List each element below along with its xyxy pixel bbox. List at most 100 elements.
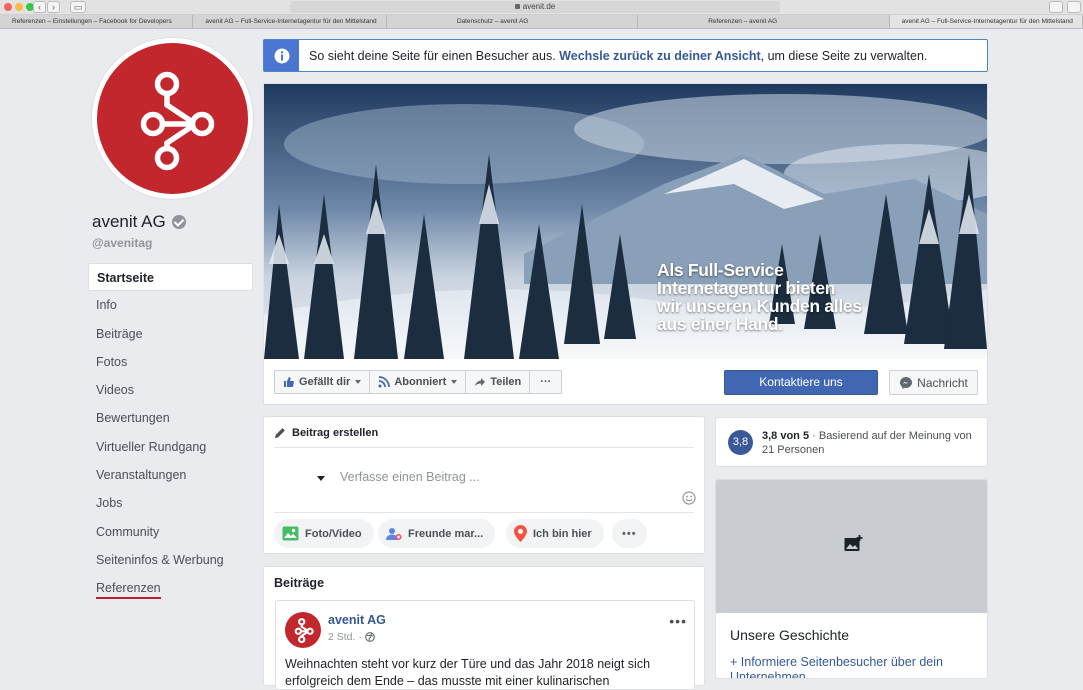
browser-titlebar: ‹ › ▭ avenit.de <box>0 0 1083 15</box>
location-pin-icon <box>514 525 527 542</box>
rss-icon <box>378 376 391 388</box>
nav-item-seiteninfos-werbung[interactable]: Seiteninfos & Werbung <box>88 546 253 574</box>
notice-text-before: So sieht deine Seite für einen Besucher … <box>309 48 560 63</box>
rating-box[interactable]: 3,8 3,8 von 5 · Basierend auf der Meinun… <box>715 417 988 467</box>
post-author-name[interactable]: avenit AG <box>328 613 386 627</box>
posts-title: Beiträge <box>274 576 325 590</box>
nav-item-bewertungen[interactable]: Bewertungen <box>88 404 253 432</box>
address-bar[interactable]: avenit.de <box>290 1 780 13</box>
nav-item-referenzen[interactable]: Referenzen <box>88 574 253 602</box>
divider <box>274 447 694 448</box>
page-profile-picture[interactable] <box>92 38 253 199</box>
browser-tab-active[interactable]: avenit AG – Full-Service-Internetagentur… <box>889 15 1083 28</box>
post-as-dropdown-icon[interactable] <box>317 476 325 481</box>
page-handle: @avenitag <box>92 236 153 250</box>
emoji-icon[interactable] <box>682 491 696 505</box>
photo-icon <box>282 526 299 541</box>
pencil-icon <box>275 428 285 438</box>
cover-slogan-line: Als Full-Service <box>657 260 784 280</box>
cover-slogan-line: Internetagentur bieten <box>657 278 836 298</box>
back-button[interactable]: ‹ <box>33 1 46 13</box>
like-button[interactable]: Gefällt dir <box>274 370 371 394</box>
more-post-options-button[interactable]: ••• <box>612 519 647 548</box>
more-actions-label: ··· <box>540 376 552 388</box>
share-button[interactable]: Teilen <box>465 370 531 394</box>
nav-item-fotos[interactable]: Fotos <box>88 348 253 376</box>
cover-slogan-line: aus einer Hand. <box>657 314 783 334</box>
more-actions-button[interactable]: ··· <box>529 370 563 394</box>
cover-slogan: Als Full-Service Internetagentur bieten … <box>657 261 862 333</box>
close-window-button[interactable] <box>4 3 12 11</box>
create-post-title: Beitrag erstellen <box>292 427 379 439</box>
nav-item-videos[interactable]: Videos <box>88 376 253 404</box>
post-text: Weihnachten steht vor kurz der Türe und … <box>285 657 651 688</box>
nav-item-referenzen-label: Referenzen <box>96 581 161 600</box>
create-post-header[interactable]: Beitrag erstellen <box>274 427 378 439</box>
messenger-icon <box>900 376 913 389</box>
avenit-logo <box>97 43 248 194</box>
forward-button[interactable]: › <box>47 1 60 13</box>
nav-item-community[interactable]: Community <box>88 518 253 546</box>
avenit-logo-icon <box>294 618 314 644</box>
globe-icon <box>365 632 375 642</box>
info-icon <box>264 40 299 71</box>
cover-photo[interactable]: Als Full-Service Internetagentur bieten … <box>264 84 987 359</box>
photo-video-button[interactable]: Foto/Video <box>274 519 374 548</box>
contact-us-button[interactable]: Kontaktiere uns <box>724 370 878 395</box>
story-title: Unsere Geschichte <box>730 627 850 643</box>
nav-item-info[interactable]: Info <box>88 291 253 319</box>
message-button-label: Nachricht <box>917 375 968 390</box>
tag-friends-label: Freunde mar... <box>408 527 484 540</box>
posts-section: Beiträge avenit AG 2 Std. · ••• Weihnach… <box>263 566 705 690</box>
nav-item-jobs[interactable]: Jobs <box>88 489 253 517</box>
post-options-button[interactable]: ••• <box>669 613 687 629</box>
notice-text: So sieht deine Seite für einen Besucher … <box>299 49 927 63</box>
tag-people-icon <box>386 527 402 540</box>
page-action-bar: Gefällt dir Abonniert Teilen ··· <box>274 370 563 394</box>
thumbs-up-icon <box>284 377 294 387</box>
follow-button[interactable]: Abonniert <box>369 370 467 394</box>
address-text: avenit.de <box>522 2 556 11</box>
nav-item-veranstaltungen[interactable]: Veranstaltungen <box>88 461 253 489</box>
story-image-placeholder[interactable] <box>716 480 987 613</box>
nav-item-beitraege[interactable]: Beiträge <box>88 320 253 348</box>
page-name-text: avenit AG <box>92 212 166 231</box>
like-button-label: Gefällt dir <box>299 376 351 388</box>
share-icon[interactable] <box>1049 1 1063 13</box>
switch-back-link[interactable]: Wechsle zurück zu deiner Ansicht <box>559 49 760 63</box>
browser-tab[interactable]: Datenschutz – avenit AG <box>387 15 639 28</box>
create-post-box: Beitrag erstellen Verfasse einen Beitrag… <box>263 416 705 554</box>
our-story-card: Unsere Geschichte + Informiere Seitenbes… <box>715 479 988 679</box>
minimize-window-button[interactable] <box>15 3 23 11</box>
add-story-link[interactable]: + Informiere Seitenbesucher über dein Un… <box>730 655 980 678</box>
post-timestamp[interactable]: 2 Std. · <box>328 631 375 643</box>
cover-slogan-line: wir unseren Kunden alles <box>657 296 862 316</box>
sidebar-toggle-icon[interactable]: ▭ <box>70 1 86 13</box>
visitor-view-notice: So sieht deine Seite für einen Besucher … <box>263 39 988 72</box>
page-navigation: Startseite Info Beiträge Fotos Videos Be… <box>88 263 253 603</box>
notice-text-after: , um diese Seite zu verwalten. <box>760 48 928 63</box>
rating-score: 3,8 von 5 <box>762 430 810 442</box>
post-author-avatar[interactable] <box>285 612 321 648</box>
divider <box>274 512 694 513</box>
photo-video-label: Foto/Video <box>305 527 362 540</box>
chevron-down-icon <box>355 380 362 384</box>
rating-badge: 3,8 <box>728 430 753 455</box>
lock-icon <box>514 4 520 9</box>
browser-tab[interactable]: avenit AG – Full-Service-Internetagentur… <box>193 15 387 28</box>
check-in-label: Ich bin hier <box>533 527 592 540</box>
message-button[interactable]: Nachricht <box>889 370 978 395</box>
new-tab-button[interactable] <box>1067 1 1081 13</box>
tag-friends-button[interactable]: Freunde mar... <box>378 519 496 548</box>
page-name[interactable]: avenit AG <box>92 212 186 232</box>
more-post-options-label: ••• <box>622 527 637 540</box>
browser-tab[interactable]: Referenzen – Einstellungen – Facebook fo… <box>0 15 194 28</box>
check-in-button[interactable]: Ich bin hier <box>506 519 604 548</box>
nav-item-virtueller-rundgang[interactable]: Virtueller Rundgang <box>88 433 253 461</box>
post-composer-input[interactable]: Verfasse einen Beitrag ... <box>340 470 480 484</box>
browser-tab[interactable]: Referenzen – avenit AG <box>638 15 890 28</box>
nav-item-startseite[interactable]: Startseite <box>88 263 253 292</box>
post-time-text: 2 Std. · <box>328 631 362 643</box>
rating-text: 3,8 von 5 · Basierend auf der Meinung vo… <box>762 429 977 457</box>
verified-badge-icon <box>171 215 186 229</box>
